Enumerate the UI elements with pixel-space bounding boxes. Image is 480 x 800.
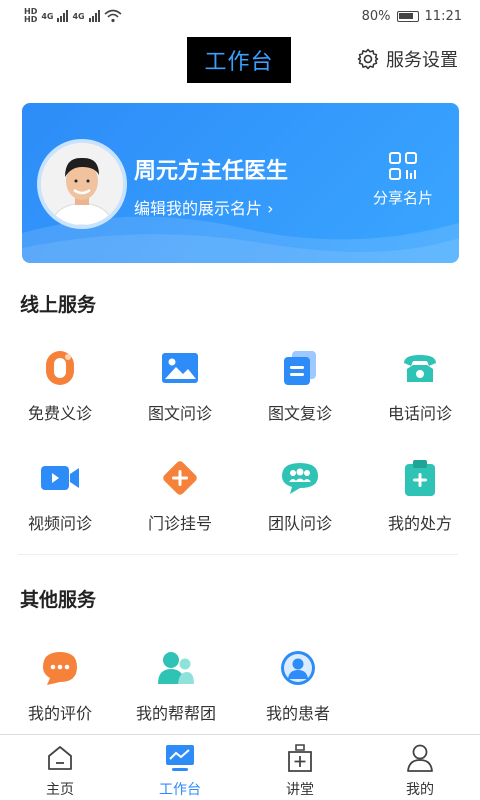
image-text-revisit-icon <box>280 348 320 388</box>
review-label: 我的评价 <box>27 704 92 723</box>
profile-icon <box>360 743 480 773</box>
doctor-name: 周元方主任医生 <box>134 159 289 184</box>
gear-icon <box>357 48 379 70</box>
review-button[interactable]: 我的评价 <box>0 648 120 724</box>
image-text-revisit-button[interactable]: 图文复诊 <box>240 348 360 424</box>
prescription-icon <box>400 458 440 498</box>
nav-workbench[interactable]: 工作台 <box>120 735 240 800</box>
signal-icon <box>57 10 69 22</box>
team-consult-label: 团队问诊 <box>267 514 332 533</box>
workbench-icon <box>120 743 240 773</box>
status-bar: HD HD 4G 4G 80% 11:21 <box>0 0 480 32</box>
image-text-consult-icon <box>160 348 200 388</box>
battery-percent: 80% <box>361 8 391 24</box>
prescription-label: 我的处方 <box>387 514 452 533</box>
nav-lecture-label: 讲堂 <box>286 782 314 798</box>
image-text-consult-button[interactable]: 图文问诊 <box>120 348 240 424</box>
free-consult-icon <box>40 348 80 388</box>
nav-profile[interactable]: 我的 <box>360 735 480 800</box>
phone-consult-icon <box>400 348 440 388</box>
page-title: 工作台 <box>187 37 291 83</box>
nav-home-label: 主页 <box>46 782 74 798</box>
free-consult-label: 免费义诊 <box>27 404 92 423</box>
battery-icon <box>396 10 419 22</box>
image-text-revisit-label: 图文复诊 <box>267 404 332 423</box>
phone-consult-button[interactable]: 电话问诊 <box>360 348 480 424</box>
home-icon <box>0 743 120 773</box>
clock: 11:21 <box>424 8 462 24</box>
team-consult-button[interactable]: 团队问诊 <box>240 458 360 534</box>
phone-consult-label: 电话问诊 <box>387 404 452 423</box>
signal-indicators: HD HD 4G 4G <box>24 8 122 24</box>
edit-card-link[interactable]: 编辑我的展示名片 › <box>134 195 274 219</box>
outpatient-register-icon <box>160 458 200 498</box>
help-group-icon <box>156 648 196 688</box>
nav-lecture[interactable]: 讲堂 <box>240 735 360 800</box>
video-consult-button[interactable]: 视频问诊 <box>0 458 120 534</box>
other-services-title: 其他服务 <box>20 589 97 611</box>
image-text-consult-label: 图文问诊 <box>147 404 212 423</box>
help-group-label: 我的帮帮团 <box>135 704 216 723</box>
signal-icon <box>88 10 100 22</box>
service-settings-button[interactable]: 服务设置 <box>356 46 458 72</box>
network-type-1: 4G <box>41 11 54 21</box>
nav-profile-label: 我的 <box>406 782 434 798</box>
help-group-button[interactable]: 我的帮帮团 <box>116 648 236 724</box>
hd-icon: HD HD <box>24 7 38 24</box>
network-type-2: 4G <box>72 11 85 21</box>
share-card-button[interactable]: 分享名片 <box>373 151 433 208</box>
review-icon <box>40 648 80 688</box>
video-consult-label: 视频问诊 <box>27 514 92 533</box>
free-consult-button[interactable]: 免费义诊 <box>0 348 120 424</box>
service-settings-label: 服务设置 <box>386 50 458 71</box>
patients-button[interactable]: 我的患者 <box>238 648 358 724</box>
share-card-label: 分享名片 <box>372 189 433 207</box>
section-divider <box>18 554 458 555</box>
wifi-icon <box>104 9 122 23</box>
patients-icon <box>278 648 318 688</box>
nav-workbench-label: 工作台 <box>159 782 201 798</box>
profile-card[interactable]: 周元方主任医生 编辑我的展示名片 › 分享名片 <box>22 103 459 263</box>
online-services-title: 线上服务 <box>20 294 97 316</box>
header: 工作台 服务设置 <box>0 32 480 90</box>
outpatient-register-label: 门诊挂号 <box>147 514 212 533</box>
video-consult-icon <box>40 458 80 498</box>
avatar <box>37 139 127 229</box>
lecture-icon <box>240 743 360 773</box>
qr-code-icon <box>388 152 417 180</box>
nav-home[interactable]: 主页 <box>0 735 120 800</box>
team-consult-icon <box>280 458 320 498</box>
outpatient-register-button[interactable]: 门诊挂号 <box>120 458 240 534</box>
bottom-nav: 主页 工作台 讲堂 我的 <box>0 734 480 800</box>
prescription-button[interactable]: 我的处方 <box>360 458 480 534</box>
patients-label: 我的患者 <box>265 704 330 723</box>
